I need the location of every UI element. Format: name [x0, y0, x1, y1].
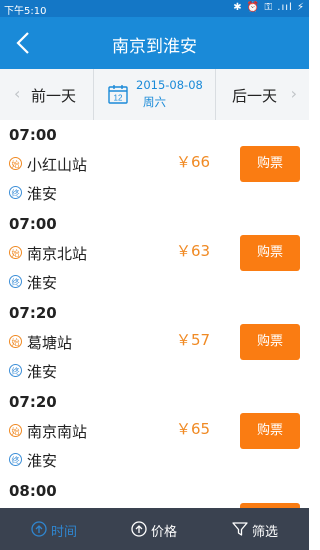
- tab-filter-label: 筛选: [252, 525, 279, 540]
- calendar-icon: 12: [108, 85, 128, 104]
- page-title: 南京到淮安: [112, 37, 197, 57]
- tab-time-label: 时间: [51, 525, 78, 540]
- status-icons: ✱ ⏰ ⚿ .ııl ⚡: [233, 2, 305, 13]
- filter-funnel-icon: [232, 522, 248, 536]
- destination-station: 淮安: [27, 274, 58, 292]
- tab-price-label: 价格: [151, 525, 178, 540]
- previous-day-label: 前一天: [31, 87, 77, 105]
- next-day-button[interactable]: 后一天 ›: [215, 69, 309, 120]
- trip-row[interactable]: 08:00: [0, 476, 309, 508]
- departure-time: 08:00: [9, 482, 57, 500]
- trip-list[interactable]: 07:00 始 小红山站 终 淮安 ￥66 购票 07:00 始 南京北站 终 …: [0, 120, 309, 508]
- next-day-label: 后一天: [232, 87, 278, 105]
- calendar-day-number: 12: [114, 94, 123, 103]
- end-station-icon: 终: [9, 453, 22, 466]
- buy-ticket-button[interactable]: 购票: [240, 146, 300, 182]
- selected-date: 2015-08-08: [136, 78, 203, 92]
- start-station-icon: 始: [9, 424, 22, 437]
- start-station-icon: 始: [9, 246, 22, 259]
- buy-ticket-button[interactable]: 购票: [240, 413, 300, 449]
- tab-sort-time[interactable]: 时间: [0, 508, 103, 550]
- start-station-icon: 始: [9, 335, 22, 348]
- status-bar: 下午5:10 ✱ ⏰ ⚿ .ııl ⚡: [0, 0, 309, 17]
- trip-row[interactable]: 07:20 始 南京南站 终 淮安 ￥65 购票: [0, 387, 309, 477]
- ticket-price: ￥63: [176, 242, 211, 260]
- trip-row[interactable]: 07:00 始 南京北站 终 淮安 ￥63 购票: [0, 209, 309, 299]
- departure-time: 07:20: [9, 393, 57, 411]
- trip-row[interactable]: 07:00 始 小红山站 终 淮安 ￥66 购票: [0, 120, 309, 210]
- sort-up-icon: [131, 521, 147, 537]
- tab-filter[interactable]: 筛选: [206, 508, 309, 550]
- destination-station: 淮安: [27, 363, 58, 381]
- origin-station: 南京北站: [27, 245, 88, 263]
- departure-time: 07:00: [9, 215, 57, 233]
- start-station-icon: 始: [9, 157, 22, 170]
- ticket-price: ￥66: [176, 153, 211, 171]
- origin-station: 南京南站: [27, 423, 88, 441]
- departure-time: 07:00: [9, 126, 57, 144]
- end-station-icon: 终: [9, 364, 22, 377]
- date-picker[interactable]: 12 2015-08-08 周六: [94, 69, 215, 120]
- chevron-right-icon: ›: [290, 84, 297, 103]
- previous-day-button[interactable]: ‹ 前一天: [0, 69, 94, 120]
- selected-weekday: 周六: [143, 95, 166, 109]
- title-bar: 南京到淮安: [0, 17, 309, 69]
- destination-station: 淮安: [27, 185, 58, 203]
- origin-station: 小红山站: [27, 156, 88, 174]
- ticket-price: ￥65: [176, 420, 211, 438]
- buy-ticket-button[interactable]: 购票: [240, 235, 300, 271]
- origin-station: 葛塘站: [27, 334, 73, 352]
- date-navigation: ‹ 前一天 12 2015-08-08 周六 后一天 ›: [0, 69, 309, 121]
- destination-station: 淮安: [27, 452, 58, 470]
- buy-ticket-button[interactable]: 购票: [240, 324, 300, 360]
- sort-filter-bar: 时间 价格 筛选: [0, 508, 309, 550]
- end-station-icon: 终: [9, 186, 22, 199]
- sort-up-icon: [31, 521, 47, 537]
- end-station-icon: 终: [9, 275, 22, 288]
- chevron-left-icon: ‹: [14, 84, 21, 103]
- status-time: 下午5:10: [4, 6, 47, 17]
- ticket-price: ￥57: [176, 331, 211, 349]
- departure-time: 07:20: [9, 304, 57, 322]
- tab-sort-price[interactable]: 价格: [103, 508, 206, 550]
- trip-row[interactable]: 07:20 始 葛塘站 终 淮安 ￥57 购票: [0, 298, 309, 388]
